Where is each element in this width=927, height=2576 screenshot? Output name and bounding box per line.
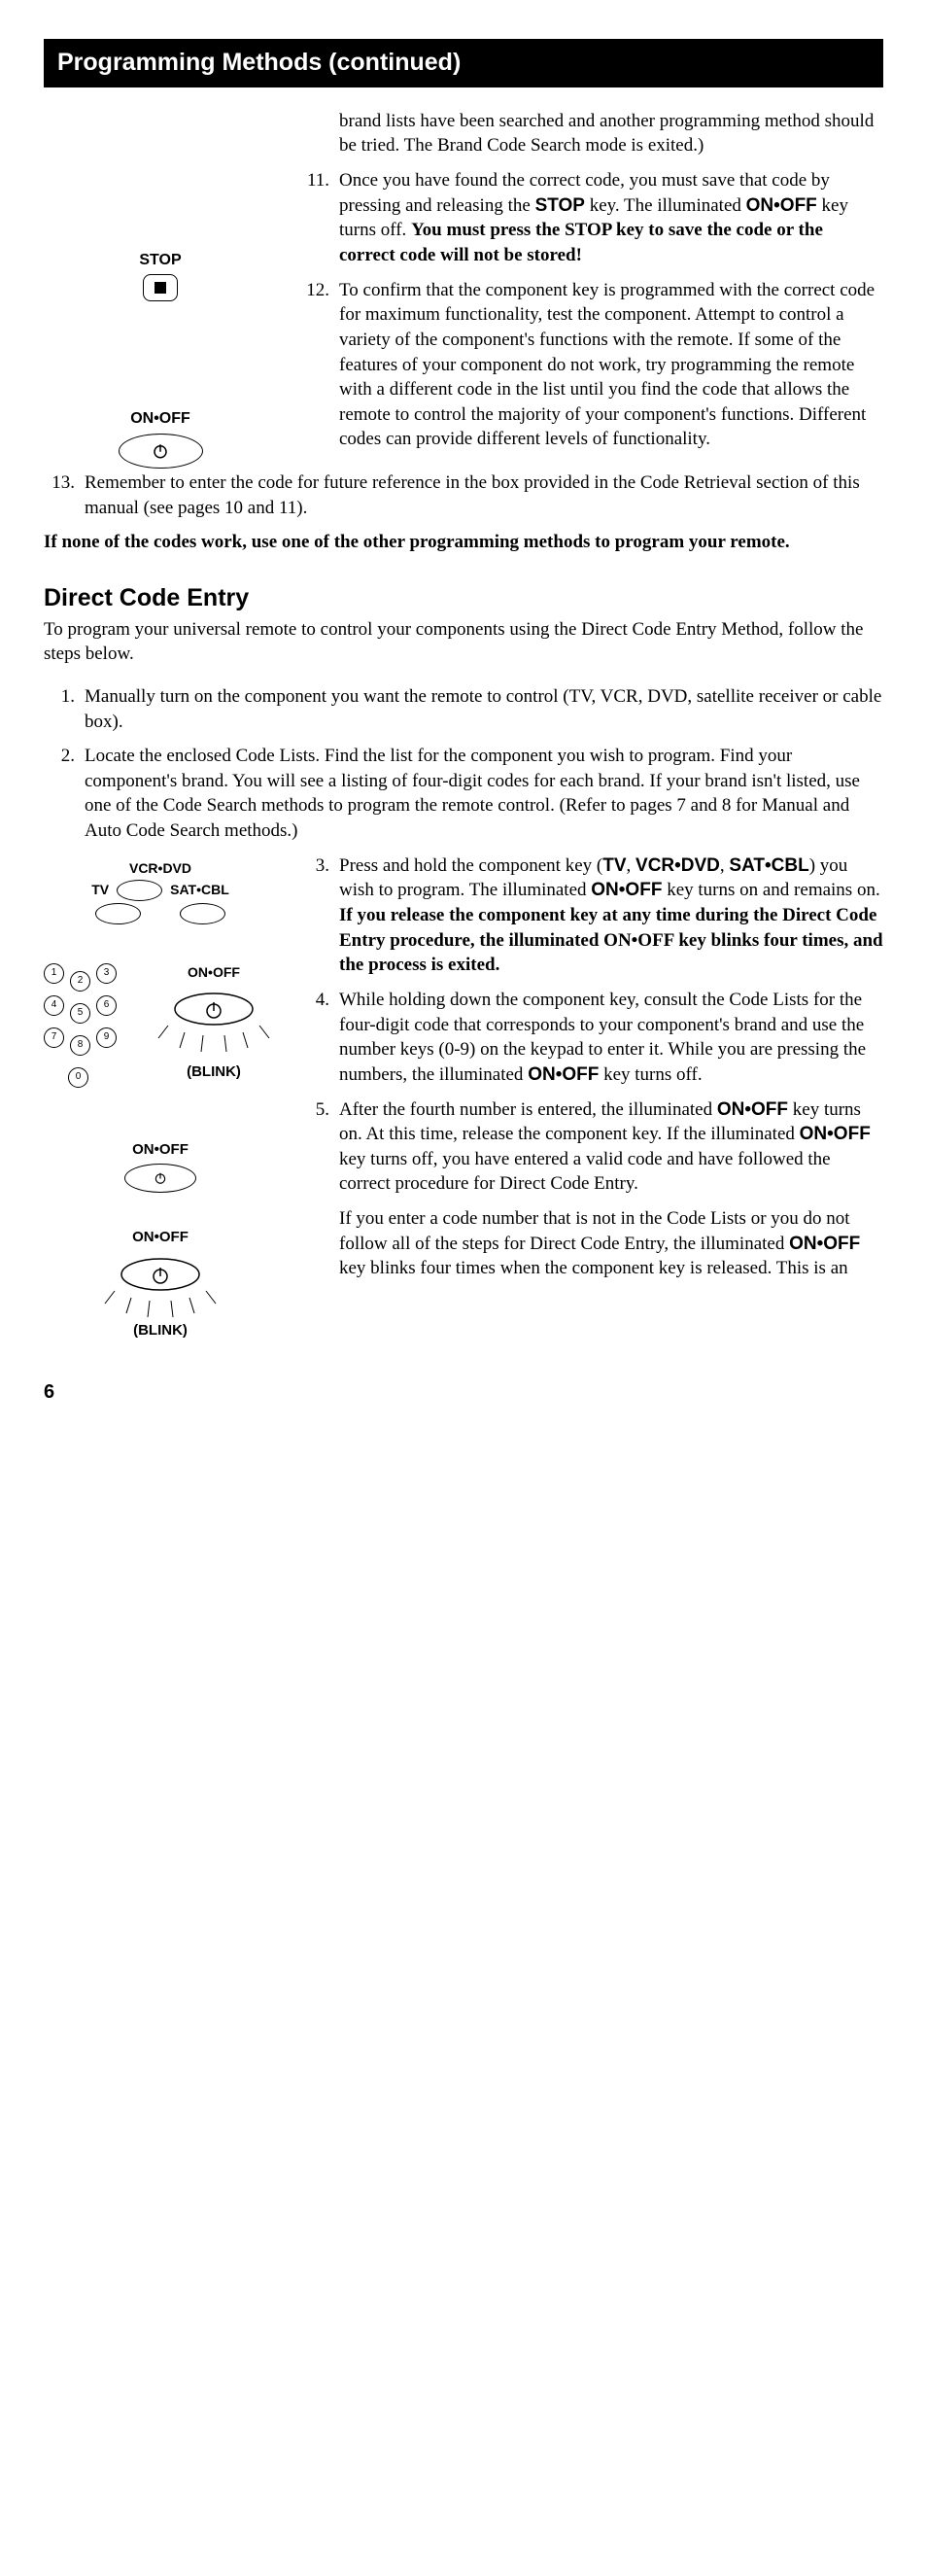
fallback-note: If none of the codes work, use one of th… (44, 530, 883, 555)
onoff-blink-illustration-1: ON•OFF (BLINK) (151, 963, 277, 1083)
step-12: To confirm that the component key is pro… (339, 278, 883, 452)
vcr-dvd-key-icon (117, 880, 162, 901)
direct-step-4: While holding down the component key, co… (339, 988, 883, 1088)
direct-step-5-continuation: If you enter a code number that is not i… (339, 1206, 883, 1281)
sat-cbl-key-icon (180, 903, 225, 924)
onoff-key-illustration: ON•OFF (44, 408, 277, 469)
direct-code-entry-heading: Direct Code Entry (44, 582, 883, 615)
direct-columns: VCR•DVD TV SAT•CBL 123 456 789 0 ON•OFF (44, 853, 883, 1341)
step-11: Once you have found the correct code, yo… (339, 168, 883, 268)
number-keypad-illustration: 123 456 789 0 (44, 963, 141, 1092)
onoff-blink-illustration-2: ON•OFF (BLINK) (44, 1228, 277, 1341)
stop-button-icon (143, 274, 178, 301)
onoff-illustration-solid: ON•OFF (44, 1140, 277, 1193)
power-button-icon (124, 1164, 196, 1193)
top-columns: STOP ON•OFF brand lists have been search… (44, 109, 883, 469)
page-number: 6 (44, 1379, 883, 1406)
direct-step-3: Press and hold the component key (TV, VC… (339, 853, 883, 978)
direct-step-2: Locate the enclosed Code Lists. Find the… (85, 744, 883, 844)
tv-key-icon (95, 903, 141, 924)
power-button-icon (119, 434, 203, 469)
continuation-text: brand lists have been searched and anoth… (339, 109, 883, 158)
component-keys-illustration: VCR•DVD TV SAT•CBL (44, 859, 277, 924)
power-button-blink-icon (151, 982, 277, 1069)
stop-key-illustration: STOP (44, 250, 277, 302)
direct-lead: To program your universal remote to cont… (44, 617, 883, 667)
step-13: Remember to enter the code for future re… (85, 470, 883, 520)
section-header: Programming Methods (continued) (44, 39, 883, 87)
direct-step-1: Manually turn on the component you want … (85, 684, 883, 734)
direct-step-5: After the fourth number is entered, the … (339, 1097, 883, 1198)
